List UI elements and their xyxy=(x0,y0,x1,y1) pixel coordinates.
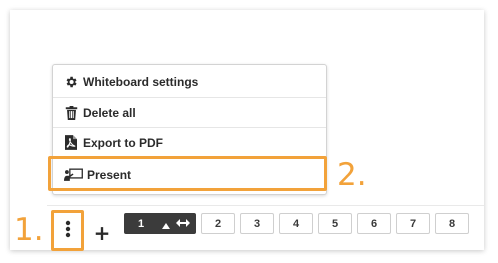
menu-item-export-pdf[interactable]: Export to PDF xyxy=(53,127,326,157)
caret-up-icon[interactable] xyxy=(162,220,170,232)
gear-icon xyxy=(63,74,79,90)
presentation-icon xyxy=(63,167,83,183)
page-tab-5[interactable]: 5 xyxy=(318,213,352,234)
page-tab-7[interactable]: 7 xyxy=(396,213,430,234)
page-tab-3[interactable]: 3 xyxy=(240,213,274,234)
current-page-tab[interactable]: 1 xyxy=(124,213,196,234)
trash-icon xyxy=(63,105,79,121)
pdf-file-icon xyxy=(63,135,79,151)
page-tab-6[interactable]: 6 xyxy=(357,213,391,234)
menu-item-label: Export to PDF xyxy=(83,135,163,150)
toolbar-divider xyxy=(47,205,484,206)
menu-item-label: Whiteboard settings xyxy=(83,75,199,89)
menu-item-delete-all[interactable]: Delete all xyxy=(53,97,326,127)
page-tab-4[interactable]: 4 xyxy=(279,213,313,234)
resize-horizontal-icon[interactable] xyxy=(176,218,190,231)
more-options-button[interactable] xyxy=(52,212,83,250)
menu-item-label: Present xyxy=(87,168,132,182)
current-page-number: 1 xyxy=(138,217,145,230)
menu-item-whiteboard-settings[interactable]: Whiteboard settings xyxy=(53,67,326,97)
callout-step-2: 2. xyxy=(337,157,367,193)
more-options-menu: Whiteboard settings Delete all Export to… xyxy=(52,64,327,195)
kebab-menu-icon xyxy=(65,220,71,243)
menu-item-label: Delete all xyxy=(83,105,136,120)
page-tab-2[interactable]: 2 xyxy=(201,213,235,234)
add-page-button[interactable]: + xyxy=(90,221,114,245)
callout-step-1: 1. xyxy=(14,212,44,248)
page-tab-8[interactable]: 8 xyxy=(435,213,469,234)
menu-item-present[interactable]: Present xyxy=(53,160,326,190)
